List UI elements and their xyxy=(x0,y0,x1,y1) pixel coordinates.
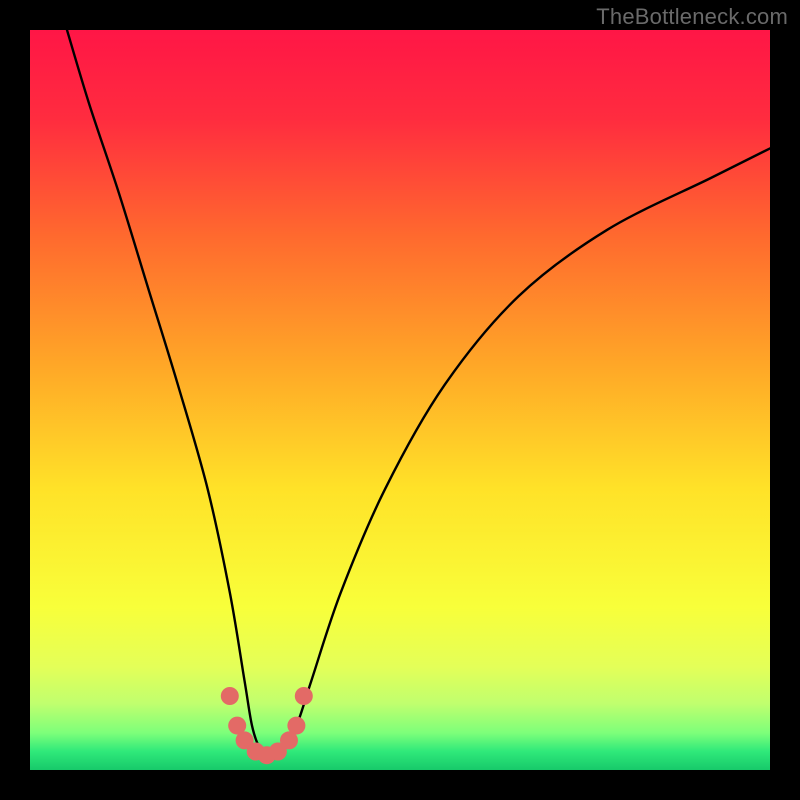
chart-frame: TheBottleneck.com xyxy=(0,0,800,800)
bottleneck-curve-path xyxy=(67,30,770,756)
sample-marker xyxy=(221,687,239,705)
watermark-text: TheBottleneck.com xyxy=(596,4,788,30)
marker-group xyxy=(221,687,313,764)
sample-marker xyxy=(295,687,313,705)
curve-layer xyxy=(30,30,770,770)
sample-marker xyxy=(287,717,305,735)
plot-area xyxy=(30,30,770,770)
